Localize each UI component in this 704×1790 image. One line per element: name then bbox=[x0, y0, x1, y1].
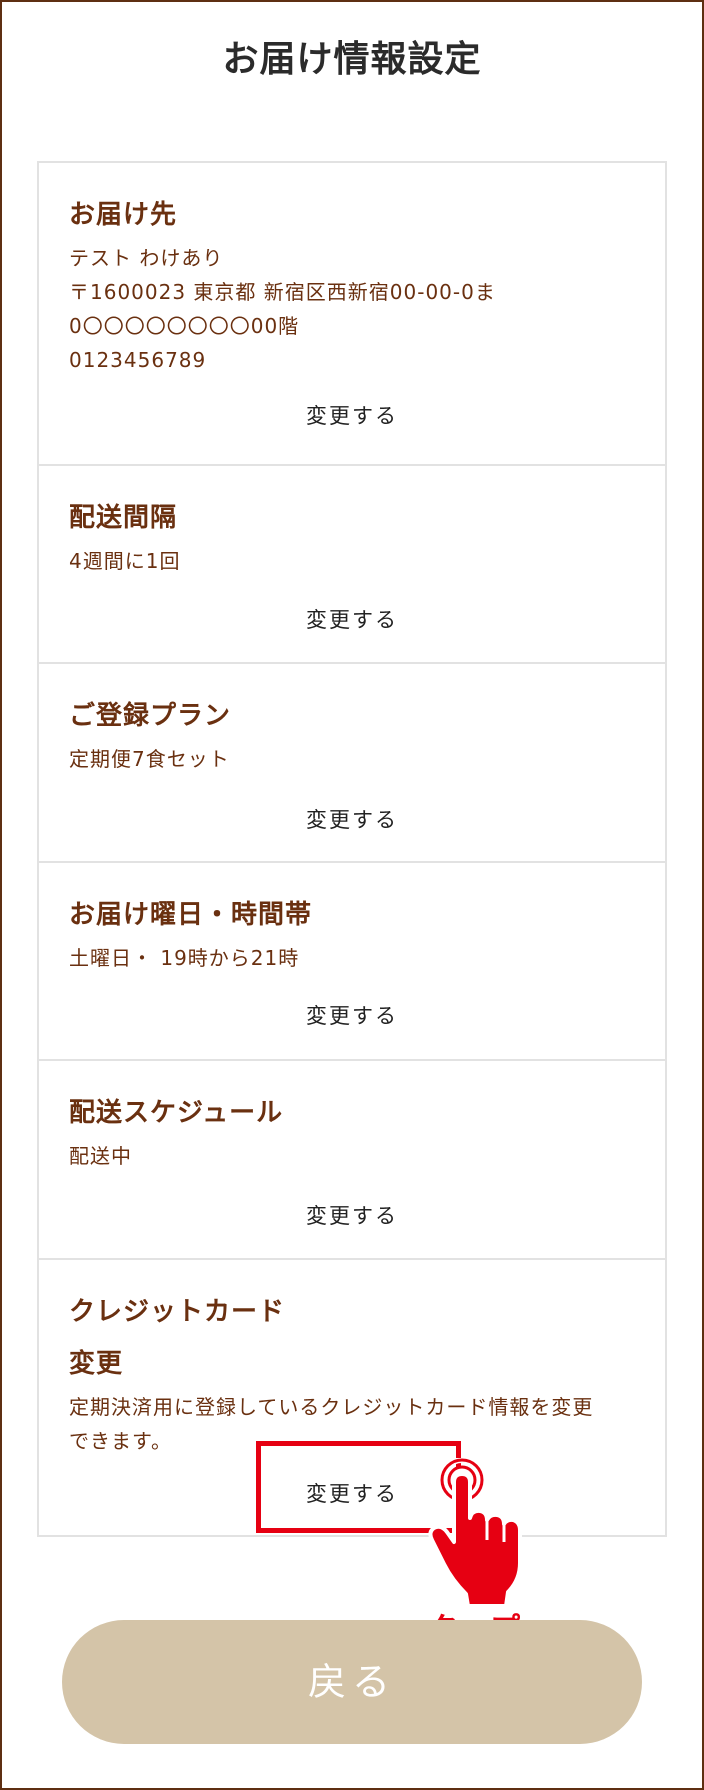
heading-line: 変更 bbox=[69, 1349, 124, 1379]
delivery-address-section: お届け先 テスト わけあり 〒1600023 東京都 新宿区西新宿00-00-0… bbox=[39, 163, 665, 464]
description-line: 定期決済用に登録しているクレジットカード情報を変更 bbox=[69, 1395, 594, 1419]
schedule-value: 配送中 bbox=[69, 1144, 132, 1168]
change-delivery-time-button[interactable]: 変更する bbox=[39, 1000, 665, 1030]
address-building: 0〇〇〇〇〇〇〇〇00階 bbox=[69, 314, 300, 338]
section-heading: ご登録プラン bbox=[69, 701, 232, 731]
change-interval-button[interactable]: 変更する bbox=[39, 604, 665, 634]
plan-section: ご登録プラン 定期便7食セット 変更する bbox=[39, 662, 665, 861]
change-address-button[interactable]: 変更する bbox=[39, 400, 665, 430]
recipient-name: テスト わけあり bbox=[69, 246, 224, 270]
delivery-interval-section: 配送間隔 4週間に1回 変更する bbox=[39, 464, 665, 662]
delivery-time-value: 土曜日・ 19時から21時 bbox=[69, 946, 300, 970]
section-heading: 配送間隔 bbox=[69, 503, 178, 533]
section-heading: お届け曜日・時間帯 bbox=[69, 900, 313, 930]
section-heading: クレジットカード 変更 bbox=[69, 1292, 635, 1384]
interval-value: 4週間に1回 bbox=[69, 549, 181, 573]
settings-list: お届け先 テスト わけあり 〒1600023 東京都 新宿区西新宿00-00-0… bbox=[37, 161, 667, 1537]
delivery-time-section: お届け曜日・時間帯 土曜日・ 19時から21時 変更する bbox=[39, 861, 665, 1059]
section-heading: 配送スケジュール bbox=[69, 1098, 284, 1128]
plan-value: 定期便7食セット bbox=[69, 747, 230, 771]
change-plan-button[interactable]: 変更する bbox=[39, 804, 665, 834]
change-schedule-button[interactable]: 変更する bbox=[39, 1200, 665, 1230]
address-line: 〒1600023 東京都 新宿区西新宿00-00-0ま bbox=[69, 280, 496, 304]
delivery-schedule-section: 配送スケジュール 配送中 変更する bbox=[39, 1059, 665, 1258]
page-title: お届け情報設定 bbox=[222, 39, 482, 80]
phone-number: 0123456789 bbox=[69, 348, 207, 372]
back-button[interactable]: 戻る bbox=[62, 1620, 642, 1744]
address-details: テスト わけあり 〒1600023 東京都 新宿区西新宿00-00-0ま 0〇〇… bbox=[69, 241, 635, 377]
tap-hand-icon bbox=[428, 1458, 522, 1608]
heading-line: クレジットカード bbox=[69, 1297, 286, 1327]
section-heading: お届け先 bbox=[69, 200, 178, 230]
